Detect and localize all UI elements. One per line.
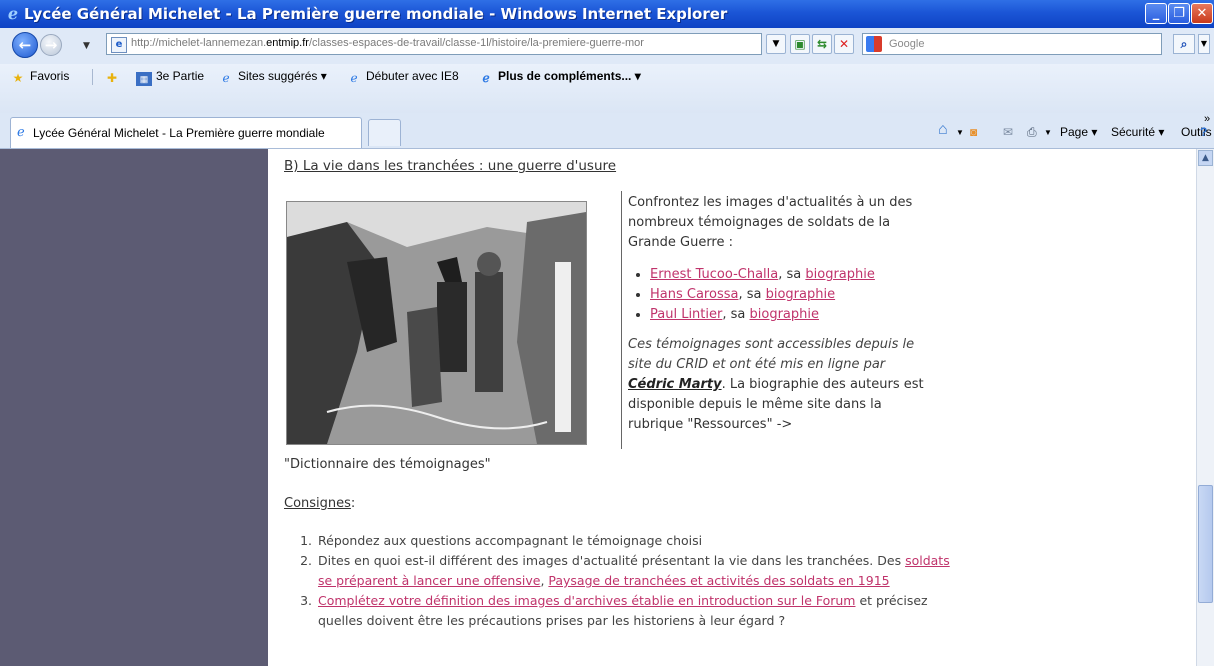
search-options-dropdown-icon[interactable]: ▼ [1198, 34, 1210, 54]
refresh-icon[interactable]: ⇆ [812, 34, 832, 54]
section-heading: B) La vie dans les tranchées : une guerr… [284, 158, 617, 174]
feeds-icon[interactable]: ◙ [970, 125, 977, 139]
close-button[interactable]: ✕ [1191, 3, 1213, 24]
source-note: Ces témoignages sont accessibles depuis … [628, 337, 924, 432]
biography-link[interactable]: biographie [750, 307, 819, 322]
ie-icon: ℯ [222, 71, 230, 85]
separator [92, 69, 93, 85]
back-button[interactable]: ← [12, 32, 38, 58]
search-button[interactable]: ⌕ [1173, 34, 1195, 54]
search-placeholder: Google [889, 38, 925, 50]
biography-link[interactable]: biographie [766, 287, 835, 302]
witness-link[interactable]: Ernest Tucoo-Challa [650, 267, 778, 282]
add-to-favorites-button[interactable]: ✚ [104, 69, 124, 85]
page-menu[interactable]: Page ▾ [1060, 125, 1097, 139]
address-dropdown-icon[interactable]: ▼ [766, 34, 786, 54]
google-logo-icon [866, 36, 882, 52]
window-title: Lycée Général Michelet - La Première gue… [24, 5, 728, 23]
biography-link[interactable]: biographie [805, 267, 874, 282]
list-item: Ernest Tucoo-Challa, sa biographie [650, 265, 928, 285]
witness-list: Ernest Tucoo-Challa, sa biographie Hans … [628, 265, 928, 325]
scroll-up-icon[interactable]: ▲ [1198, 150, 1213, 166]
new-tab-button[interactable] [368, 119, 401, 146]
divider [621, 191, 622, 449]
author-name: Cédric Marty [628, 377, 722, 392]
forward-button[interactable]: → [40, 34, 62, 56]
ie-icon: ℯ [350, 71, 358, 85]
print-icon[interactable]: ⎙ [1027, 125, 1037, 140]
url-text[interactable]: http://michelet-lannemezan.entmip.fr/cla… [131, 37, 644, 49]
witness-link[interactable]: Paul Lintier [650, 307, 722, 322]
security-menu[interactable]: Sécurité ▾ [1111, 125, 1164, 139]
print-dropdown-icon[interactable]: ▼ [1044, 128, 1052, 137]
window-titlebar: ℯ Lycée Général Michelet - La Première g… [0, 0, 1214, 28]
list-item: Répondez aux questions accompagnant le t… [316, 531, 956, 551]
tab-active[interactable]: ℯ Lycée Général Michelet - La Première g… [10, 117, 362, 148]
home-icon[interactable]: ⌂ [938, 121, 948, 139]
trench-photo [286, 201, 587, 445]
favorites-bar: ★ Favoris ✚ ▦ 3e Partie ℯ Sites suggérés ▾ … [0, 64, 1214, 113]
help-icon[interactable]: ? [1200, 125, 1207, 139]
fav-item-3e-partie[interactable]: ▦ 3e Partie [136, 69, 204, 86]
search-input[interactable]: Google [862, 33, 1162, 55]
forum-link[interactable]: Complétez votre définition des images d'… [318, 593, 855, 608]
ie-icon: ℯ [482, 71, 490, 85]
dictionary-label: "Dictionnaire des témoignages" [284, 457, 491, 472]
witness-block: Confrontez les images d'actualités à un … [628, 193, 928, 435]
stop-icon[interactable]: ✕ [834, 34, 854, 54]
ie-logo-icon: ℯ [7, 4, 19, 23]
fav-item-debuter-ie8[interactable]: ℯ Débuter avec IE8 [346, 69, 458, 85]
instructions-list: Répondez aux questions accompagnant le t… [286, 531, 956, 631]
tools-menu[interactable]: Outils ▾ [1181, 125, 1214, 139]
fav-item-plus-complements[interactable]: ℯ Plus de compléments... ▾ [478, 69, 640, 85]
scroll-thumb[interactable] [1198, 485, 1213, 603]
add-favorite-icon: ✚ [106, 71, 118, 85]
list-item: Paul Lintier, sa biographie [650, 305, 928, 325]
home-dropdown-icon[interactable]: ▼ [956, 128, 964, 137]
ressources-label: Ressources [693, 417, 767, 432]
ie-icon: ℯ [17, 125, 25, 140]
consignes-title: Consignes : [284, 496, 356, 511]
list-item: Dites en quoi est-il différent des image… [316, 551, 956, 591]
landscape-link[interactable]: Paysage de tranchées et activités des so… [548, 573, 889, 588]
intro-text: Confrontez les images d'actualités à un … [628, 195, 913, 250]
trench-photo-image [287, 202, 586, 444]
compatibility-view-icon[interactable]: ▣ [790, 34, 810, 54]
address-toolbar: ← → ▼ e http://michelet-lannemezan.entmi… [0, 28, 1214, 65]
more-commands-icon[interactable]: » [1204, 113, 1210, 125]
left-sidebar [0, 149, 268, 666]
witness-link[interactable]: Hans Carossa [650, 287, 738, 302]
list-item: Hans Carossa, sa biographie [650, 285, 928, 305]
site-icon: ▦ [136, 72, 152, 86]
recent-pages-dropdown-icon[interactable]: ▼ [83, 41, 90, 51]
page-icon: e [111, 37, 127, 53]
star-icon: ★ [12, 71, 24, 85]
favorites-button[interactable]: ★ Favoris [10, 69, 70, 85]
vertical-scrollbar[interactable]: ▲ [1196, 149, 1214, 666]
minimize-button[interactable]: _ [1145, 3, 1167, 24]
fav-item-sites-suggeres[interactable]: ℯ Sites suggérés ▾ [218, 69, 326, 85]
tab-label: Lycée Général Michelet - La Première gue… [33, 126, 325, 140]
address-bar[interactable]: e http://michelet-lannemezan.entmip.fr/c… [106, 33, 762, 55]
tab-bar: ℯ Lycée Général Michelet - La Première g… [0, 113, 1214, 149]
list-item: Complétez votre définition des images d'… [316, 591, 956, 631]
page-content: B) La vie dans les tranchées : une guerr… [268, 149, 1196, 666]
mail-icon[interactable]: ✉ [1003, 125, 1013, 139]
maximize-button[interactable]: ❐ [1168, 3, 1190, 24]
